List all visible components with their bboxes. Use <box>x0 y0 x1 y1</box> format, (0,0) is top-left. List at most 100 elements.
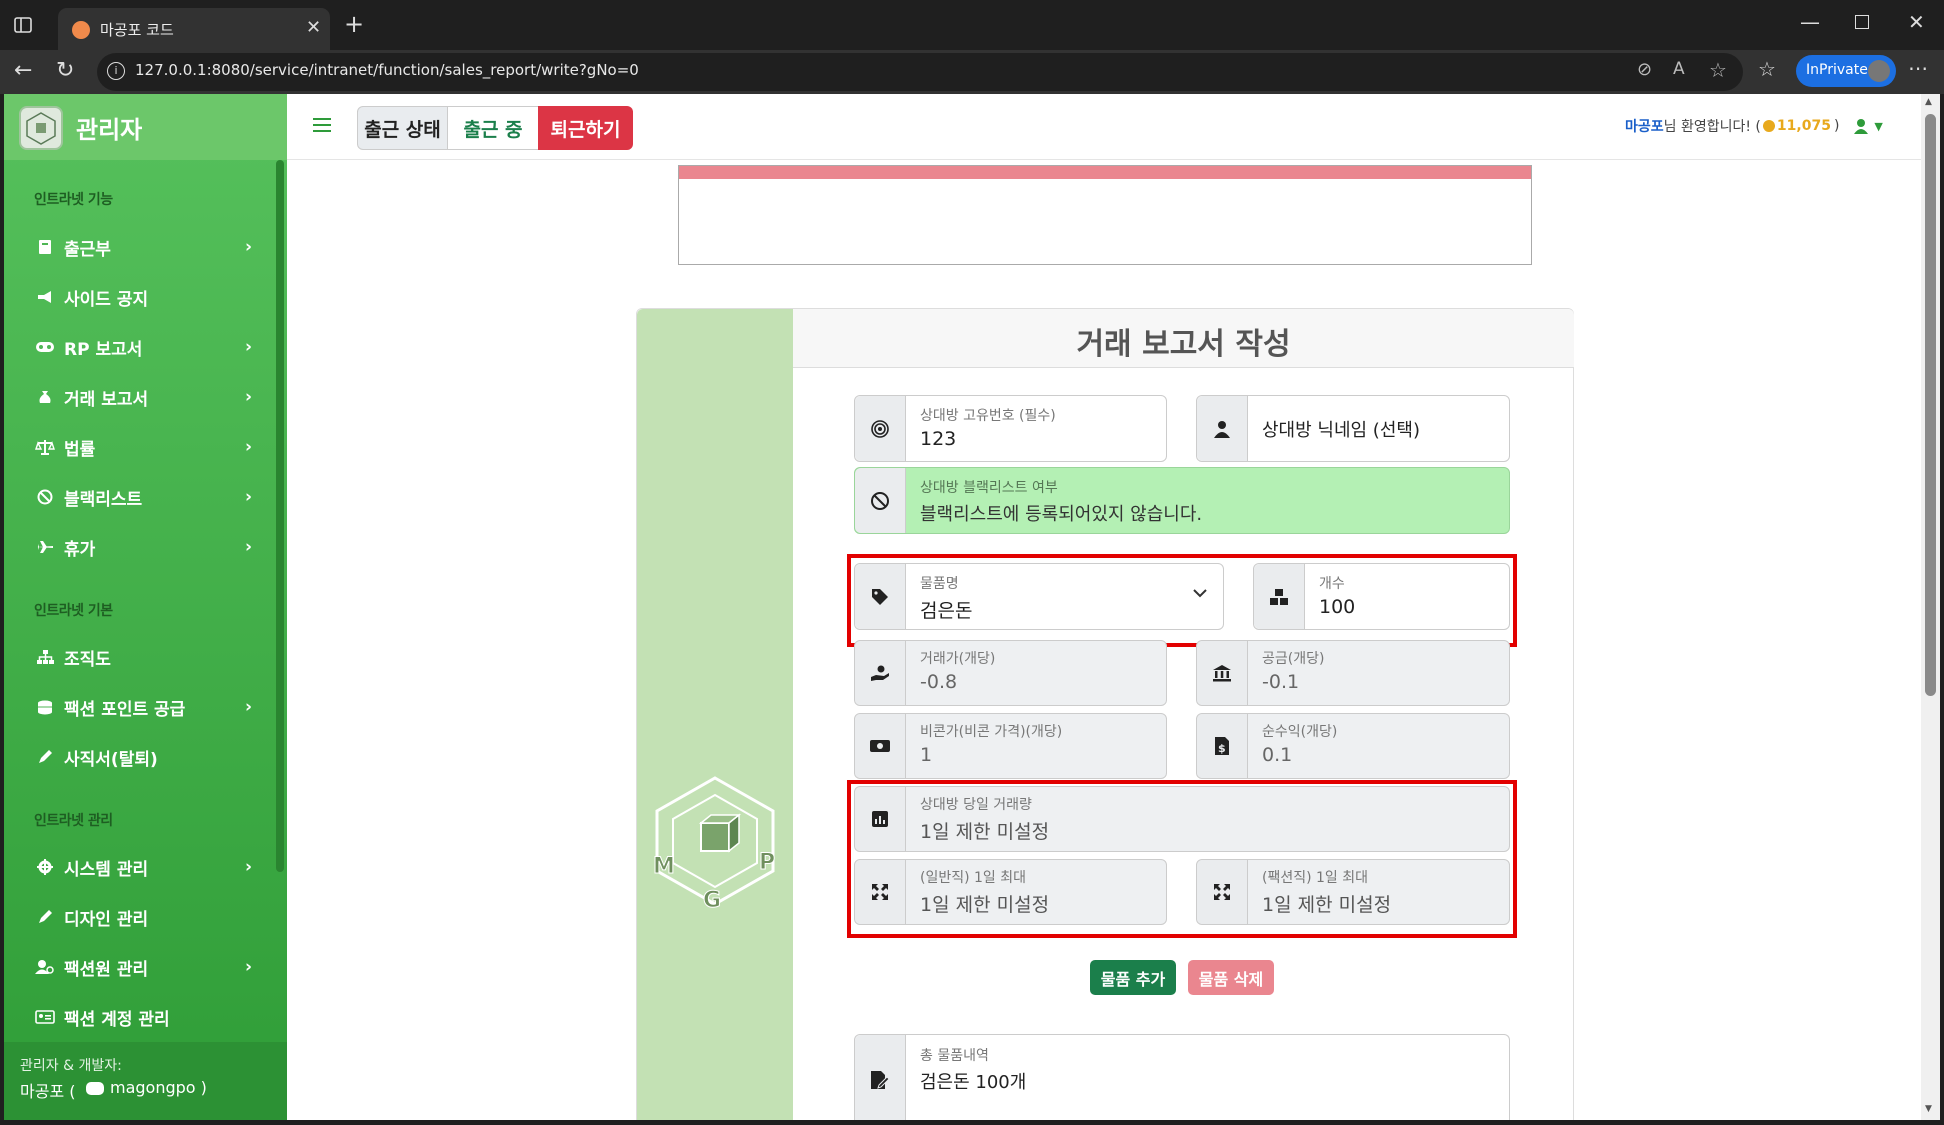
faction-daily-max-field: (팩션직) 1일 최대 1일 제한 미설정 <box>1196 859 1510 925</box>
work-status-label-text: 출근 상태 <box>364 118 441 141</box>
tab-favicon-icon <box>72 21 90 39</box>
sidebar-footer: 관리자 & 개발자: 마공포 ( magongpo ) <box>4 1042 287 1120</box>
nickname-placeholder[interactable]: 상대방 닉네임 (선택) <box>1262 416 1420 442</box>
main-content: M G P 거래 보고서 작성 상대방 고유번호 (필수) 123 상대방 닉네… <box>287 160 1921 1120</box>
uid-field[interactable]: 상대방 고유번호 (필수) 123 <box>854 395 1167 462</box>
chevron-right-icon: › <box>244 237 252 257</box>
bank-icon <box>1197 641 1248 705</box>
more-menu-icon[interactable]: ⋯ <box>1908 56 1928 80</box>
footer-name: 마공포 ( <box>20 1082 76 1101</box>
sitemap-icon <box>32 649 58 665</box>
net-profit-field: $ 순수익(개당) 0.1 <box>1196 713 1510 779</box>
sidebar-item-sales-report[interactable]: 거래 보고서 › <box>22 375 262 419</box>
maximize-icon[interactable] <box>1855 15 1869 29</box>
leave-work-button-label: 퇴근하기 <box>550 118 621 141</box>
chevron-down-icon[interactable] <box>1193 588 1207 598</box>
address-bar: ← ↻ i 127.0.0.1:8080/service/intranet/fu… <box>0 50 1944 94</box>
hand-money-icon <box>855 641 906 705</box>
inprivate-badge[interactable]: InPrivate <box>1796 55 1896 87</box>
brush-icon <box>32 909 58 925</box>
sidebar-item-members[interactable]: 팩션원 관리 › <box>22 945 262 989</box>
read-aloud-icon[interactable]: A <box>1673 59 1685 79</box>
refresh-icon[interactable]: ↻ <box>56 58 74 83</box>
pen-icon <box>32 749 58 765</box>
normal-daily-max-value: 1일 제한 미설정 <box>920 894 1050 916</box>
tracking-prevention-icon[interactable]: ⊘ <box>1637 59 1652 80</box>
daily-volume-label: 상대방 당일 거래량 <box>920 797 1032 813</box>
delete-item-button-label: 물품 삭제 <box>1198 969 1264 989</box>
sidebar-item-system[interactable]: 시스템 관리 › <box>22 845 262 889</box>
window-close-icon[interactable]: ✕ <box>1908 10 1925 34</box>
sidebar-item-label: 사직서(탈퇴) <box>64 749 158 770</box>
count-value[interactable]: 100 <box>1319 596 1355 618</box>
leave-work-button[interactable]: 퇴근하기 <box>538 106 633 150</box>
scroll-down-icon[interactable]: ▼ <box>1925 1104 1932 1114</box>
sidebar-item-blacklist[interactable]: 블랙리스트 › <box>22 475 262 519</box>
sidebar-toggle-icon[interactable] <box>14 16 32 34</box>
discord-icon <box>86 1082 104 1095</box>
browser-tab-bar: 마공포 코드 ✕ + — ✕ <box>0 0 1944 50</box>
section-intranet-basic: 인트라넷 기본 <box>34 603 113 619</box>
item-name-label: 물품명 <box>920 576 959 592</box>
url-text[interactable]: 127.0.0.1:8080/service/intranet/function… <box>135 61 639 79</box>
supply-label: 공금(개당) <box>1262 651 1325 667</box>
scroll-up-icon[interactable]: ▲ <box>1925 97 1932 107</box>
new-tab-icon[interactable]: + <box>344 10 364 38</box>
gear-icon <box>32 859 58 875</box>
sidebar-item-org-chart[interactable]: 조직도 <box>22 635 262 679</box>
expand-arrows-icon <box>1197 860 1248 924</box>
sidebar-item-attendance[interactable]: 출근부 › <box>22 225 262 269</box>
item-name-value[interactable]: 검은돈 <box>920 596 972 623</box>
uid-value[interactable]: 123 <box>920 428 956 450</box>
hamburger-icon[interactable] <box>313 117 331 133</box>
work-status-value: 출근 중 <box>447 106 539 150</box>
normal-daily-max-field: (일반직) 1일 최대 1일 제한 미설정 <box>854 859 1167 925</box>
add-item-button[interactable]: 물품 추가 <box>1090 960 1176 995</box>
coins-icon <box>32 699 58 715</box>
sidebar-item-resignation[interactable]: 사직서(탈퇴) <box>22 735 262 779</box>
user-icon[interactable] <box>1853 118 1869 134</box>
sidebar-item-faction-points[interactable]: 팩션 포인트 공급 › <box>22 685 262 729</box>
blacklist-label: 상대방 블랙리스트 여부 <box>920 480 1058 496</box>
footer-discord: magongpo ) <box>110 1078 207 1097</box>
sidebar-header[interactable]: 관리자 <box>4 94 287 160</box>
work-status-label: 출근 상태 <box>357 106 448 150</box>
svg-text:$: $ <box>1218 742 1226 755</box>
info-icon[interactable]: i <box>107 62 125 80</box>
inprivate-avatar <box>1868 60 1890 82</box>
total-items-value[interactable]: 검은돈 100개 <box>920 1068 1026 1094</box>
count-field[interactable]: 개수 100 <box>1253 563 1510 630</box>
sidebar-item-label: 휴가 <box>64 539 96 560</box>
sidebar-item-label: 거래 보고서 <box>64 389 149 410</box>
back-icon[interactable]: ← <box>14 58 32 83</box>
favorite-star-icon[interactable]: ☆ <box>1709 58 1727 82</box>
sidebar-scrollbar[interactable] <box>276 160 284 872</box>
browser-tab[interactable]: 마공포 코드 ✕ <box>58 8 330 50</box>
points-close: ) <box>1833 118 1840 134</box>
uid-label: 상대방 고유번호 (필수) <box>920 408 1056 424</box>
page-scrollbar[interactable]: ▲ ▼ <box>1921 94 1940 1120</box>
sidebar-item-vacation[interactable]: 휴가 › <box>22 525 262 569</box>
nickname-field[interactable]: 상대방 닉네임 (선택) <box>1196 395 1510 462</box>
sidebar-item-law[interactable]: 법률 › <box>22 425 262 469</box>
caret-down-icon[interactable]: ▼ <box>1874 120 1882 133</box>
sidebar-item-accounts[interactable]: 팩션 계정 관리 <box>22 995 262 1039</box>
welcome-text: 님 환영합니다! ( <box>1663 119 1761 135</box>
sidebar-item-design[interactable]: 디자인 관리 <box>22 895 262 939</box>
sidebar-item-notice[interactable]: 사이드 공지 <box>22 275 262 319</box>
total-items-label: 총 물품내역 <box>920 1048 989 1064</box>
sidebar-item-rp-report[interactable]: RP 보고서 › <box>22 325 262 369</box>
url-box[interactable]: i 127.0.0.1:8080/service/intranet/functi… <box>97 53 1743 91</box>
item-name-select[interactable]: 물품명 검은돈 <box>854 563 1224 630</box>
total-items-field[interactable]: 총 물품내역 검은돈 100개 <box>854 1034 1510 1120</box>
svg-text:G: G <box>703 888 721 913</box>
welcome-area[interactable]: 마공포 님 환영합니다! ( 11,075 ) ▼ <box>1625 116 1883 136</box>
chevron-right-icon: › <box>244 487 252 507</box>
scrollbar-thumb[interactable] <box>1925 114 1936 696</box>
minimize-icon[interactable]: — <box>1800 10 1820 34</box>
favorites-icon[interactable]: ☆ <box>1758 57 1776 81</box>
book-icon <box>32 239 58 255</box>
delete-item-button[interactable]: 물품 삭제 <box>1188 960 1274 995</box>
beacon-price-label: 비콘가(비콘 가격)(개당) <box>920 724 1063 740</box>
tab-close-icon[interactable]: ✕ <box>306 17 321 38</box>
